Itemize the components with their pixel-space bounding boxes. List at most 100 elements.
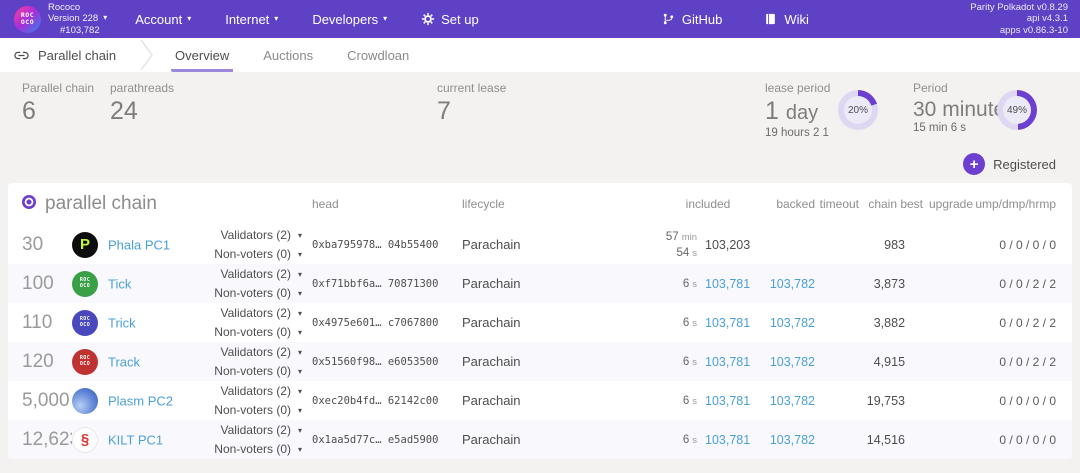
included-block-number[interactable]: 103,781 xyxy=(697,342,759,381)
stat-parallel-chain: Parallel chain 6 xyxy=(22,81,94,126)
period-progress-ring: 49% xyxy=(997,90,1037,130)
timeout-value xyxy=(815,264,859,303)
parachains-table-card: parallel chain head lifecycle included b… xyxy=(8,183,1072,459)
backed-block-number[interactable]: 103,782 xyxy=(759,303,815,342)
included-block-number[interactable]: 103,781 xyxy=(697,264,759,303)
upgrade-value xyxy=(923,420,973,459)
kilt-logo: § xyxy=(72,427,98,453)
para-id: 12,623 xyxy=(8,420,72,459)
chain-cell: § KILT PC1 xyxy=(72,420,212,459)
col-backed: backed xyxy=(759,183,815,225)
backed-block-number[interactable]: 103,782 xyxy=(759,420,815,459)
parachain-name-link[interactable]: KILT PC1 xyxy=(108,432,163,447)
validators-expander[interactable]: Non-voters (0)▾ xyxy=(212,323,302,342)
chain-best-value: 14,516 xyxy=(859,420,923,459)
table-row: 12,623§ KILT PC1 Validators (2)▾Non-voters… xyxy=(8,420,1072,459)
chevron-down-icon: ▾ xyxy=(298,405,302,417)
trick-rococo-logo: ROCOCO xyxy=(72,310,98,336)
head-hash: 0x51560f98… e6053500 xyxy=(312,342,462,381)
chevron-down-icon: ▾ xyxy=(298,230,302,242)
parachain-name-link[interactable]: Tick xyxy=(108,276,131,291)
menu-account[interactable]: Account▾ xyxy=(135,12,191,27)
version-dropdown[interactable]: Version 228▾ xyxy=(48,13,107,24)
ump-dmp-hrmp-value: 0 / 0 / 2 / 2 xyxy=(973,264,1072,303)
phala-logo: P xyxy=(72,232,98,258)
ump-dmp-hrmp-value: 0 / 0 / 0 / 0 xyxy=(973,381,1072,420)
gear-icon xyxy=(421,12,435,26)
book-icon xyxy=(764,12,777,26)
validators-cell: Validators (2)▾Non-voters (0)▾ xyxy=(212,264,312,303)
validators-cell: Validators (2)▾Non-voters (0)▾ xyxy=(212,381,312,420)
head-hash: 0xf71bbf6a… 70871300 xyxy=(312,264,462,303)
validators-expander[interactable]: Non-voters (0)▾ xyxy=(212,245,302,264)
chevron-down-icon: ▾ xyxy=(298,386,302,398)
validators-expander[interactable]: Validators (2)▾ xyxy=(212,265,302,284)
tab-crowdloan[interactable]: Crowdloan xyxy=(343,38,413,72)
backed-block-number[interactable]: 103,782 xyxy=(759,264,815,303)
validators-expander[interactable]: Validators (2)▾ xyxy=(212,382,302,401)
validators-expander[interactable]: Validators (2)▾ xyxy=(212,226,302,245)
chain-best-value: 19,753 xyxy=(859,381,923,420)
menu-developers[interactable]: Developers▾ xyxy=(312,12,387,27)
chain-cell: Plasm PC2 xyxy=(72,381,212,420)
lease-period-percent: 20% xyxy=(838,90,878,130)
lease-period-progress-ring: 20% xyxy=(838,90,878,130)
timeout-value xyxy=(815,381,859,420)
validators-cell: Validators (2)▾Non-voters (0)▾ xyxy=(212,342,312,381)
validators-expander[interactable]: Validators (2)▾ xyxy=(212,421,302,440)
network-name: Rococo xyxy=(48,2,107,13)
upgrade-value xyxy=(923,225,973,264)
validators-expander[interactable]: Non-voters (0)▾ xyxy=(212,284,302,303)
validators-expander[interactable]: Non-voters (0)▾ xyxy=(212,440,302,459)
included-block-number: 103,203 xyxy=(697,225,759,264)
parachain-name-link[interactable]: Trick xyxy=(108,315,136,330)
para-id: 120 xyxy=(8,342,72,381)
chevron-down-icon: ▾ xyxy=(298,425,302,437)
chevron-down-icon: ▾ xyxy=(298,308,302,320)
para-id: 110 xyxy=(8,303,72,342)
parachain-name-link[interactable]: Plasm PC2 xyxy=(108,393,173,408)
node-version-info: Parity Polkadot v0.8.29 api v4.3.1 apps … xyxy=(970,2,1068,36)
wiki-link[interactable]: Wiki xyxy=(764,12,809,27)
rococo-logo[interactable]: ROCOCO xyxy=(14,6,41,33)
backed-block-number[interactable]: 103,782 xyxy=(759,342,815,381)
menu-setup[interactable]: Set up xyxy=(421,12,479,27)
parachain-name-link[interactable]: Phala PC1 xyxy=(108,237,170,252)
validators-cell: Validators (2)▾Non-voters (0)▾ xyxy=(212,420,312,459)
head-hash: 0xba795978… 04b55400 xyxy=(312,225,462,264)
included-block-number[interactable]: 103,781 xyxy=(697,381,759,420)
head-hash: 0x1aa5d77c… e5ad5900 xyxy=(312,420,462,459)
chevron-down-icon: ▾ xyxy=(298,288,302,300)
tab-overview[interactable]: Overview xyxy=(171,38,233,72)
timeout-value xyxy=(815,303,859,342)
timeout-value xyxy=(815,420,859,459)
table-row: 30PPhala PC1Validators (2)▾Non-voters (0… xyxy=(8,225,1072,264)
table-row: 110ROCOCO Trick Validators (2)▾Non-voters … xyxy=(8,303,1072,342)
validators-expander[interactable]: Non-voters (0)▾ xyxy=(212,401,302,420)
validators-expander[interactable]: Non-voters (0)▾ xyxy=(212,362,302,381)
col-ump-dmp-hrmp: ump/dmp/hrmp xyxy=(973,183,1072,225)
validators-expander[interactable]: Validators (2)▾ xyxy=(212,343,302,362)
timeout-value xyxy=(815,225,859,264)
tab-auctions[interactable]: Auctions xyxy=(259,38,317,72)
table-row: 5,000Plasm PC2Validators (2)▾Non-voters … xyxy=(8,381,1072,420)
upgrade-value xyxy=(923,381,973,420)
menu-internet[interactable]: Internet▾ xyxy=(225,12,278,27)
registered-button[interactable]: + Registered xyxy=(963,153,1056,175)
included-elapsed: 6s xyxy=(657,420,697,459)
parachain-name-link[interactable]: Track xyxy=(108,354,140,369)
chain-best-value: 4,915 xyxy=(859,342,923,381)
chain-cell: ROCOCOTrack xyxy=(72,342,212,381)
validators-expander[interactable]: Validators (2)▾ xyxy=(212,304,302,323)
backed-block-number[interactable]: 103,782 xyxy=(759,381,815,420)
chain-best-value: 983 xyxy=(859,225,923,264)
chevron-down-icon: ▾ xyxy=(298,347,302,359)
included-block-number[interactable]: 103,781 xyxy=(697,303,759,342)
included-block-number[interactable]: 103,781 xyxy=(697,420,759,459)
lifecycle-value: Parachain xyxy=(462,342,657,381)
col-lifecycle: lifecycle xyxy=(462,183,657,225)
main-menu: Account▾ Internet▾ Developers▾ Set up xyxy=(135,12,512,27)
chevron-down-icon: ▾ xyxy=(103,13,107,22)
github-link[interactable]: GitHub xyxy=(662,12,722,27)
lifecycle-value: Parachain xyxy=(462,420,657,459)
